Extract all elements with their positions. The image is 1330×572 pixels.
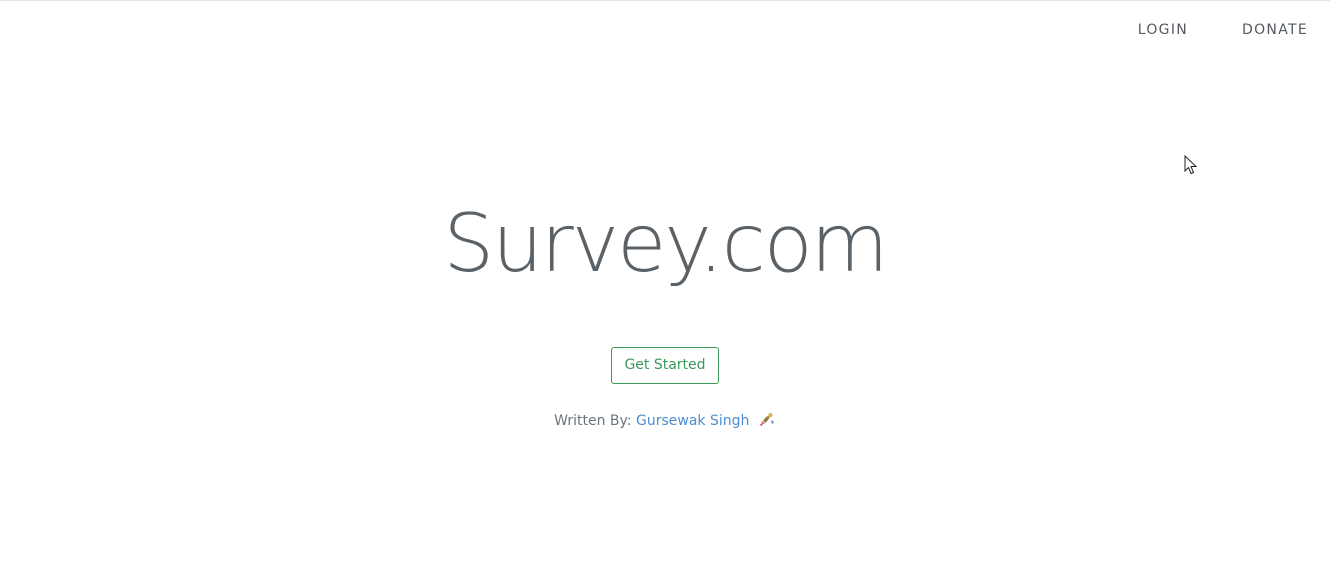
mouse-cursor-icon [1184,154,1198,179]
get-started-button[interactable]: Get Started [611,347,719,384]
top-nav: LOGIN DONATE [1138,22,1308,38]
credit-prefix: Written By: [554,413,632,429]
rocket-person-icon [758,411,776,431]
cta-container: Get Started [0,347,1330,384]
nav-login-link[interactable]: LOGIN [1138,22,1188,38]
author-link[interactable]: Gursewak Singh [636,413,749,429]
hero-title: Survey.com [443,197,888,290]
nav-donate-link[interactable]: DONATE [1242,22,1308,38]
author-credit: Written By: Gursewak Singh [0,411,1330,431]
page: LOGIN DONATE Survey.com Get Started Writ… [0,0,1330,572]
